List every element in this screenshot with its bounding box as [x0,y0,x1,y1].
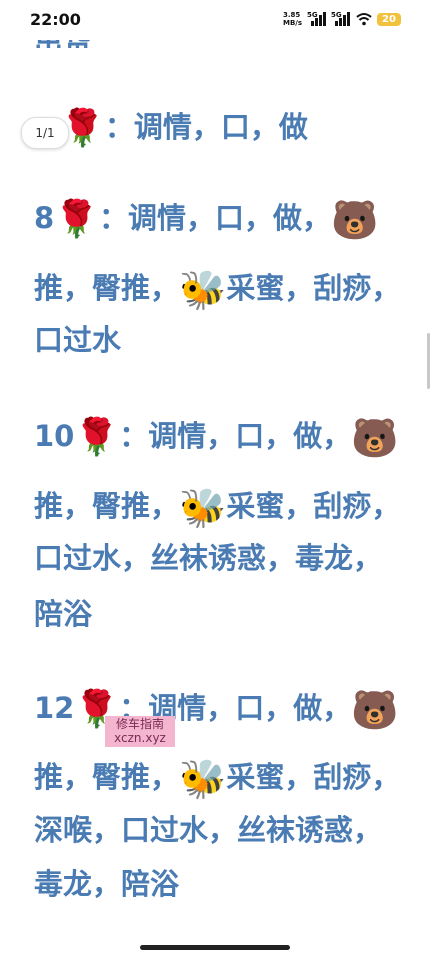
price-line-12-row3: 深喉，口过水，丝袜诱惑， [34,813,383,847]
price-line-8-row3: 口过水 [34,323,122,357]
clock: 22:00 [30,10,81,29]
watermark: 修车指南 xczn.xyz [105,716,175,747]
price-line-12: 12🌹：调情，口，做，🐻 [34,688,399,732]
price-line-8: 8🌹：调情，口，做，🐻 [34,198,379,242]
bear-icon: 🐻 [351,416,399,460]
rose-icon: 🌹 [54,199,100,240]
price-line-12-row2: 推，臀推，🐝采蜜，刮痧， [34,757,401,801]
bee-icon: 🐝 [179,757,227,801]
cell-signal-icon: 5G [331,11,350,26]
screen: 出货 🌹：调情，口，做 8🌹：调情，口，做，🐻 推，臀推，🐝采蜜，刮痧， 口过水… [0,0,431,960]
battery-icon: 20 [377,13,401,26]
page-indicator[interactable]: 1/1 [21,117,69,149]
price-line-12-row4: 毒龙，陪浴 [34,867,180,901]
price-line-1: 🌹：调情，口，做 [60,108,308,149]
wifi-icon [356,13,372,26]
cell-signal-icon: 5G [307,11,326,26]
bee-icon: 🐝 [179,268,227,312]
price-line-10-row4: 陪浴 [34,597,93,631]
price-line-8-row2: 推，臀推，🐝采蜜，刮痧， [34,268,401,312]
price-line-10: 10🌹：调情，口，做，🐻 [34,416,399,460]
status-bar: 22:00 3.85 MB/s 5G 5G 20 [0,0,431,40]
bee-icon: 🐝 [179,486,227,530]
home-indicator[interactable] [140,945,290,950]
price-line-10-row3: 口过水，丝袜诱惑，毒龙， [34,541,383,575]
rose-icon: 🌹 [74,417,120,458]
scrollbar[interactable] [427,333,430,389]
network-speed: 3.85 MB/s [283,11,303,27]
price-line-10-row2: 推，臀推，🐝采蜜，刮痧， [34,486,401,530]
bear-icon: 🐻 [351,688,399,732]
bear-icon: 🐻 [331,198,379,242]
